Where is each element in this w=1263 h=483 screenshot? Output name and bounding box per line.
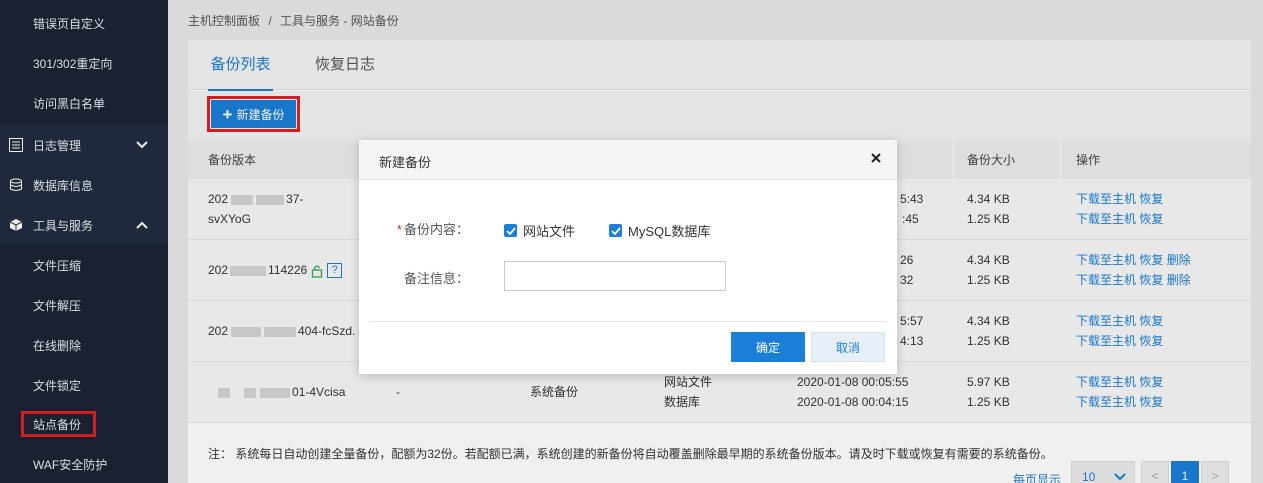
close-icon[interactable] <box>868 150 884 166</box>
required-mark: * <box>396 222 402 237</box>
mysql-db-label: MySQL数据库 <box>628 224 711 239</box>
site-files-label: 网站文件 <box>523 224 576 239</box>
confirm-button[interactable]: 确定 <box>731 332 805 362</box>
backup-content-label: * 备份内容： <box>396 222 469 237</box>
dialog-title: 新建备份 <box>379 155 432 170</box>
checkbox-checked-icon <box>609 224 622 237</box>
dialog-divider <box>369 321 887 322</box>
note-input[interactable] <box>504 261 726 291</box>
dialog-header: 新建备份 <box>359 140 897 180</box>
new-backup-dialog: 新建备份 * 备份内容： 网站文件 MySQL数据库 备注信息： 确定 取消 <box>359 140 897 374</box>
checkbox-checked-icon <box>504 224 517 237</box>
mysql-db-checkbox[interactable]: MySQL数据库 <box>609 221 710 240</box>
note-label: 备注信息： <box>403 271 469 286</box>
cancel-button[interactable]: 取消 <box>811 332 885 362</box>
site-files-checkbox[interactable]: 网站文件 <box>504 221 575 240</box>
